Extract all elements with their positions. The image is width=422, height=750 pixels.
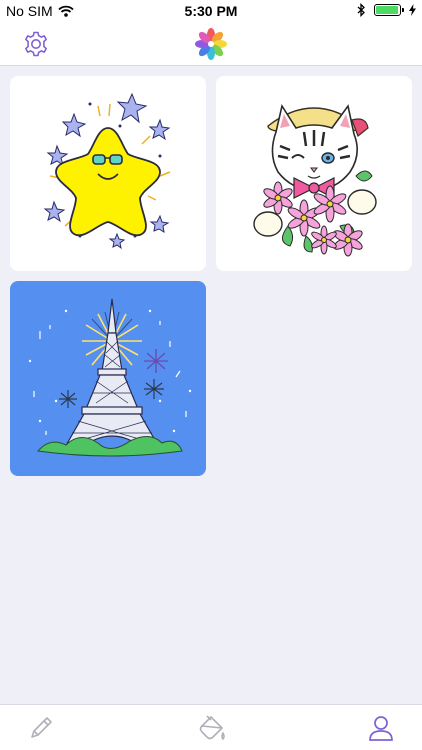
app-logo xyxy=(195,28,227,60)
star-with-sunglasses-artwork xyxy=(43,92,171,250)
gallery-card-star[interactable] xyxy=(10,76,206,271)
profile-icon xyxy=(369,716,393,741)
gallery-grid xyxy=(0,66,422,704)
settings-button[interactable] xyxy=(22,30,50,58)
paint-bucket-icon xyxy=(199,715,225,740)
nav-bar xyxy=(0,22,422,66)
battery-icon xyxy=(374,4,404,16)
gear-icon xyxy=(25,31,47,57)
tab-draw[interactable] xyxy=(27,714,55,742)
bluetooth-icon xyxy=(357,3,365,17)
gallery-card-eiffel-tower[interactable] xyxy=(10,281,206,476)
tab-bar xyxy=(0,704,422,750)
status-right xyxy=(357,3,416,17)
gallery-card-kitten[interactable] xyxy=(216,76,412,271)
tab-profile[interactable] xyxy=(367,714,395,742)
battery-fill xyxy=(376,6,398,14)
pencil-icon xyxy=(31,717,52,738)
charging-bolt-icon xyxy=(409,4,416,16)
eiffel-tower-fireworks-artwork xyxy=(28,298,192,457)
status-bar: No SIM 5:30 PM xyxy=(0,0,422,22)
color-petals-logo-icon xyxy=(195,28,227,60)
tab-fill[interactable] xyxy=(196,714,225,742)
kitten-with-flowers-artwork xyxy=(253,103,377,257)
